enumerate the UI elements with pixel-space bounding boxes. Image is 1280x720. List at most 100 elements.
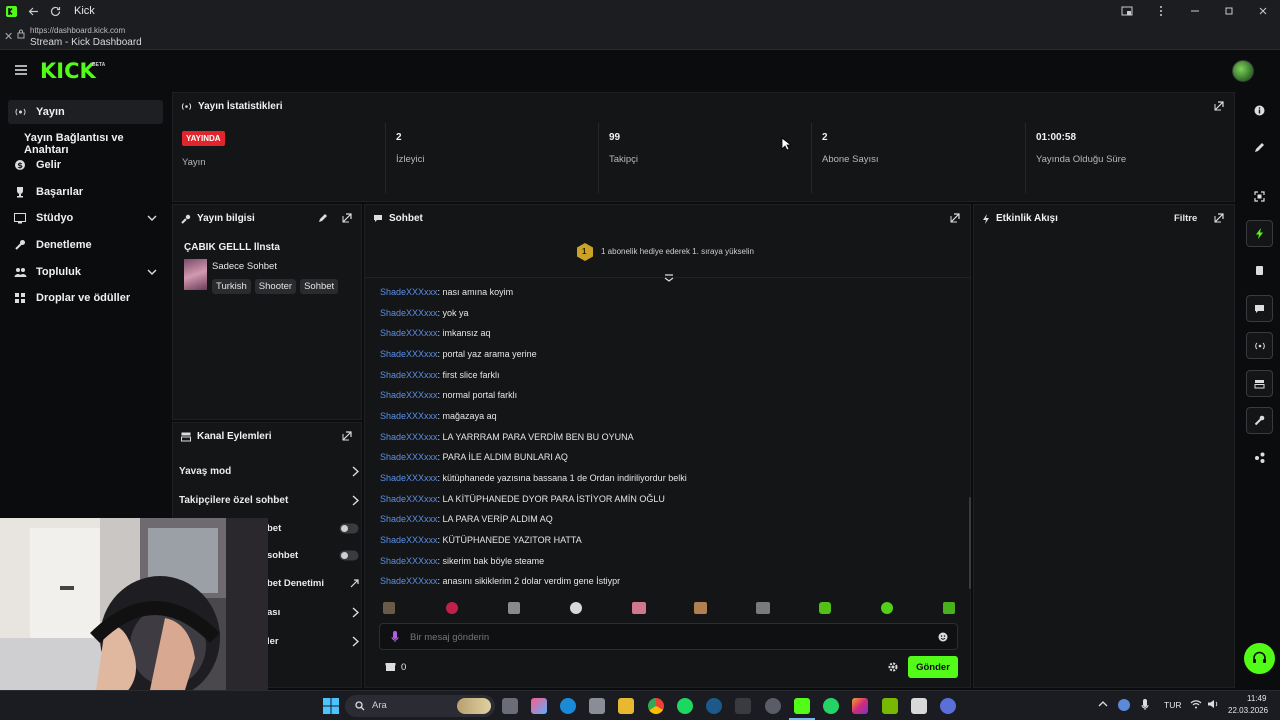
chevron-down-icon[interactable] — [147, 269, 157, 275]
info-icon[interactable] — [1246, 97, 1273, 124]
toggle-switch[interactable] — [339, 523, 359, 534]
help-support-icon[interactable] — [1244, 643, 1275, 674]
filter-button[interactable]: Filtre — [1174, 213, 1197, 224]
back-arrow-icon[interactable] — [22, 0, 44, 22]
external-link-icon[interactable] — [342, 431, 352, 441]
kick-app-icon[interactable] — [794, 698, 810, 714]
sidebar-item-basarilar[interactable]: Başarılar — [8, 180, 163, 204]
chat-username[interactable]: ShadeXXXxxx — [380, 494, 438, 504]
edit-pencil-icon[interactable] — [318, 213, 328, 223]
tag-turkish[interactable]: Turkish — [212, 279, 251, 294]
chat-username[interactable]: ShadeXXXxxx — [380, 576, 438, 586]
emoji-icon[interactable] — [938, 632, 948, 642]
windows-start-icon[interactable] — [323, 698, 339, 714]
category-name[interactable]: Sadece Sohbet — [212, 261, 277, 272]
g-hub-icon[interactable] — [911, 698, 927, 714]
app-icon[interactable] — [735, 698, 751, 714]
chrome-icon[interactable] — [648, 698, 664, 714]
chat-username[interactable]: ShadeXXXxxx — [380, 287, 438, 297]
spotify-icon[interactable] — [677, 698, 693, 714]
chat-username[interactable]: ShadeXXXxxx — [380, 328, 438, 338]
wrench-icon[interactable] — [1246, 407, 1273, 434]
close-icon[interactable]: ✕ — [4, 30, 13, 43]
chat-scrollbar[interactable] — [969, 497, 971, 589]
chat-username[interactable]: ShadeXXXxxx — [380, 349, 438, 359]
hamburger-menu-icon[interactable] — [14, 64, 28, 76]
language-indicator[interactable]: TUR — [1164, 700, 1181, 710]
reload-icon[interactable] — [44, 0, 66, 22]
lock-icon[interactable] — [17, 29, 25, 39]
emote-icon[interactable] — [508, 602, 520, 614]
emote-icon[interactable] — [756, 602, 770, 614]
task-view-icon[interactable] — [502, 698, 518, 714]
taskbar-search-box[interactable]: Ara — [345, 695, 495, 717]
pinned-collapse-icon[interactable] — [664, 274, 674, 282]
chat-username[interactable]: ShadeXXXxxx — [380, 308, 438, 318]
gift-leaderboard-banner[interactable]: 1 1 abonelik hediye ederek 1. sıraya yük… — [365, 233, 970, 282]
slow-mode-row[interactable]: Yavaş mod — [179, 458, 359, 484]
sidebar-item-studyo[interactable]: Stüdyo — [8, 206, 163, 230]
more-options-icon[interactable] — [1144, 0, 1178, 22]
chat-username[interactable]: ShadeXXXxxx — [380, 556, 438, 566]
sidebar-item-topluluk[interactable]: Topluluk — [8, 260, 163, 284]
whatsapp-icon[interactable] — [823, 698, 839, 714]
store-icon[interactable] — [589, 698, 605, 714]
sidebar-item-gelir[interactable]: $ Gelir — [8, 153, 163, 177]
send-button[interactable]: Gönder — [908, 656, 958, 678]
instagram-icon[interactable] — [852, 698, 868, 714]
clock-date[interactable]: 22.03.2026 — [1228, 706, 1268, 715]
external-link-icon[interactable] — [342, 213, 352, 223]
chat-message-input[interactable] — [410, 629, 920, 645]
tag-sohbet[interactable]: Sohbet — [300, 279, 339, 294]
tray-chevron-up-icon[interactable] — [1098, 700, 1108, 707]
emote-icon[interactable] — [446, 602, 458, 614]
kick-logo[interactable]: KICK — [40, 59, 96, 83]
storage-icon[interactable] — [1246, 257, 1273, 284]
activity-lightning-icon[interactable] — [1246, 220, 1273, 247]
chat-username[interactable]: ShadeXXXxxx — [380, 370, 438, 380]
chat-username[interactable]: ShadeXXXxxx — [380, 452, 438, 462]
channel-actions-icon[interactable] — [1246, 370, 1273, 397]
chat-username[interactable]: ShadeXXXxxx — [380, 432, 438, 442]
chat-username[interactable]: ShadeXXXxxx — [380, 390, 438, 400]
clock-time[interactable]: 11:49 — [1247, 694, 1266, 703]
steam-icon[interactable] — [706, 698, 722, 714]
toggle-switch[interactable] — [339, 550, 359, 561]
url-text[interactable]: https://dashboard.kick.com — [30, 26, 125, 35]
copilot-icon[interactable] — [531, 698, 547, 714]
chevron-down-icon[interactable] — [147, 215, 157, 221]
file-explorer-icon[interactable] — [618, 698, 634, 714]
edit-pencil-icon[interactable] — [1246, 134, 1273, 161]
emote-icon[interactable] — [819, 602, 831, 614]
chat-username[interactable]: ShadeXXXxxx — [380, 411, 438, 421]
settings-gear-icon[interactable] — [888, 662, 898, 672]
channel-points-icon[interactable] — [385, 661, 396, 672]
avatar[interactable] — [1232, 60, 1254, 82]
nvidia-icon[interactable] — [882, 698, 898, 714]
external-link-icon[interactable] — [1214, 101, 1224, 111]
minimize-icon[interactable] — [1178, 0, 1212, 22]
emote-icon[interactable] — [383, 602, 395, 614]
wifi-icon[interactable] — [1190, 699, 1202, 709]
chat-username[interactable]: ShadeXXXxxx — [380, 535, 438, 545]
emote-icon[interactable] — [881, 602, 893, 614]
maximize-icon[interactable] — [1212, 0, 1246, 22]
category-thumbnail[interactable] — [184, 259, 207, 290]
broadcast-icon[interactable] — [1246, 332, 1273, 359]
emote-icon[interactable] — [694, 602, 707, 614]
chat-bubble-icon[interactable] — [1246, 295, 1273, 322]
sidebar-item-denetleme[interactable]: Denetleme — [8, 233, 163, 257]
tag-shooter[interactable]: Shooter — [254, 279, 297, 294]
sidebar-item-droplar[interactable]: Droplar ve ödüller — [8, 286, 163, 310]
edge-browser-icon[interactable] — [560, 698, 576, 714]
obs-icon[interactable] — [765, 698, 781, 714]
volume-icon[interactable] — [1207, 699, 1219, 709]
tray-cloud-icon[interactable] — [1118, 699, 1130, 711]
chat-username[interactable]: ShadeXXXxxx — [380, 514, 438, 524]
emote-icon[interactable] — [632, 602, 646, 614]
app-icon[interactable] — [940, 698, 956, 714]
microphone-icon[interactable] — [391, 631, 399, 643]
emote-icon[interactable] — [943, 602, 955, 614]
share-nodes-icon[interactable] — [1246, 444, 1273, 471]
cast-icon[interactable] — [1110, 0, 1144, 22]
